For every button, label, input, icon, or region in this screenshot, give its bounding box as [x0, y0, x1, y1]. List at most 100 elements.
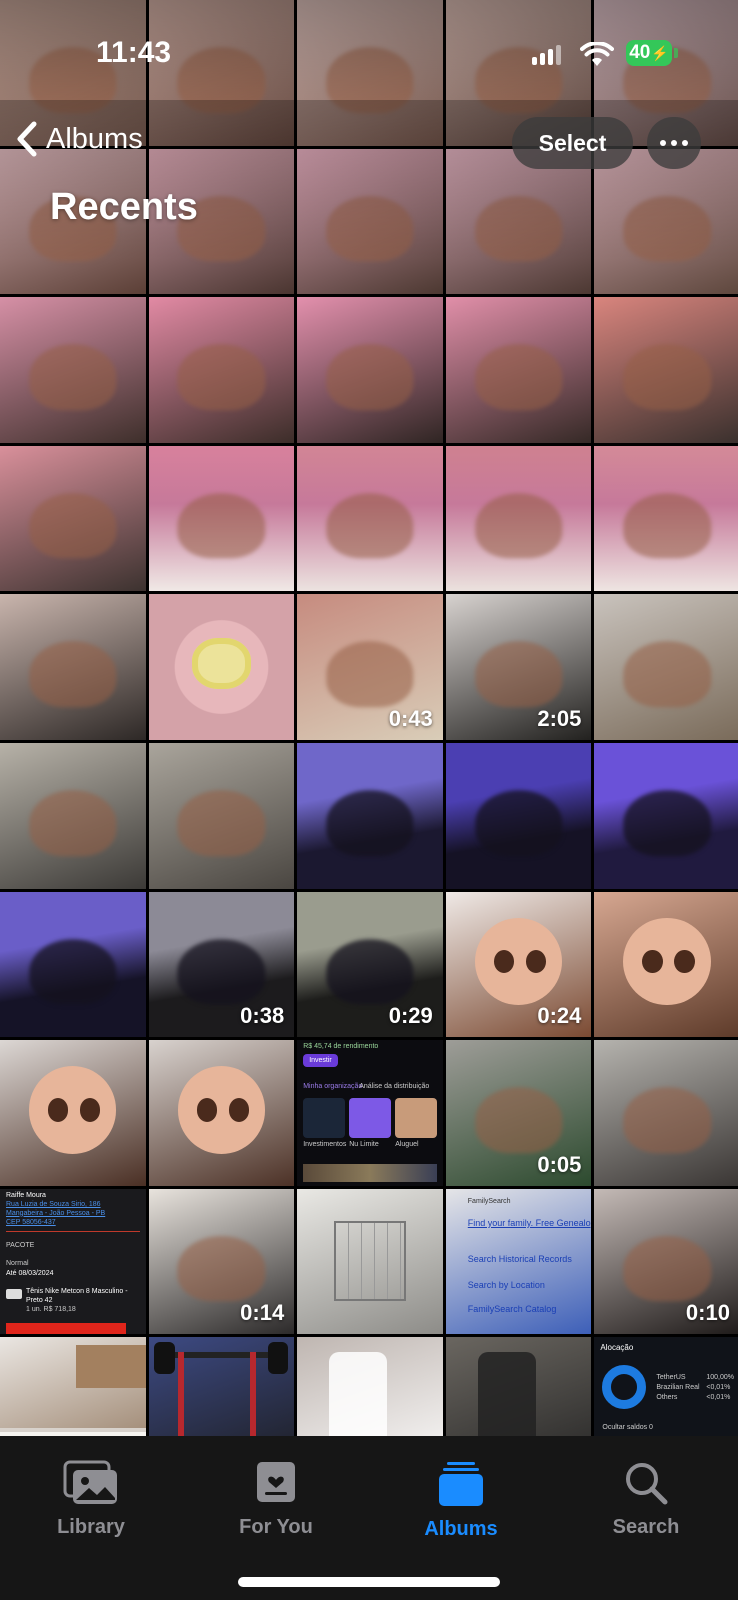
video-duration: 0:38	[240, 1003, 285, 1029]
photo-thumbnail[interactable]	[148, 1040, 295, 1186]
photo-subject	[623, 641, 711, 708]
app-card-label: Investimentos	[303, 1141, 347, 1149]
doll-eye	[642, 949, 663, 974]
photo-thumbnail[interactable]	[0, 594, 146, 740]
allocation-item: Others	[656, 1394, 678, 1402]
photo-subject	[177, 938, 266, 1005]
app-yield-text: R$ 45,74 de rendimento	[303, 1043, 379, 1051]
photo-thumbnail[interactable]	[148, 594, 295, 740]
photo-thumbnail[interactable]	[148, 742, 295, 889]
photo-thumbnail[interactable]	[148, 297, 295, 443]
photo-subject	[29, 344, 117, 411]
photo-subject	[623, 1236, 711, 1302]
video-thumbnail[interactable]: 2:05	[445, 594, 592, 740]
photo-thumbnail[interactable]	[0, 1040, 146, 1186]
video-thumbnail[interactable]: 0:29	[297, 891, 443, 1038]
doll-eye	[228, 1098, 250, 1122]
weight-plate	[154, 1341, 175, 1374]
photo-subject	[623, 1087, 711, 1153]
tab-search[interactable]: Search	[566, 1460, 726, 1539]
allocation-pct: 100,00%	[706, 1374, 735, 1382]
dessert	[192, 638, 251, 689]
photo-thumbnail[interactable]	[445, 445, 592, 592]
photo-subject	[326, 641, 414, 708]
doc-divider	[6, 1230, 140, 1232]
photo-library-icon	[63, 1460, 117, 1504]
video-thumbnail[interactable]: 0:10	[594, 1188, 738, 1335]
page-title: Recents	[50, 186, 198, 228]
photo-subject	[177, 1236, 266, 1302]
video-duration: 0:24	[537, 1003, 582, 1029]
video-thumbnail[interactable]: 0:43	[297, 594, 443, 740]
doc-cep: CEP 58056-437	[6, 1218, 56, 1226]
web-link: Find your family. Free Genealogy	[467, 1217, 592, 1228]
select-button[interactable]: Select	[512, 117, 633, 169]
photo-thumbnail[interactable]	[594, 445, 738, 592]
tab-albums[interactable]: Albums	[381, 1460, 541, 1541]
more-dot	[660, 140, 666, 146]
doc-red-bar	[6, 1322, 126, 1335]
allocation-pct: <0,01%	[706, 1384, 731, 1392]
doc-name: Raiffe Moura	[6, 1191, 46, 1199]
doll-face	[474, 917, 563, 1006]
video-thumbnail[interactable]: 0:24	[445, 891, 592, 1038]
doc-address: Rua Luzia de Souza Sirio, 186	[6, 1200, 101, 1208]
back-button[interactable]: Albums	[14, 120, 143, 158]
photo-subject	[326, 344, 414, 411]
doll-face	[177, 1066, 266, 1154]
photo-thumbnail[interactable]	[445, 742, 592, 889]
tab-for-you[interactable]: For You	[196, 1460, 356, 1539]
allocation-title: Alocação	[600, 1343, 634, 1353]
photo-thumbnail[interactable]	[148, 445, 295, 592]
battery-level: 40	[629, 42, 651, 63]
doc-section: PACOTE	[6, 1241, 35, 1249]
tab-library[interactable]: Library	[11, 1460, 171, 1539]
photo-thumbnail[interactable]	[594, 891, 738, 1038]
photo-subject	[474, 1087, 563, 1153]
doc-price: 1 un. R$ 718,18	[26, 1305, 76, 1313]
photo-thumbnail[interactable]	[0, 297, 146, 443]
app-thumbs	[303, 1164, 438, 1183]
photo-subject	[474, 790, 563, 856]
photo-thumbnail[interactable]	[0, 445, 146, 592]
photo-thumbnail[interactable]	[594, 297, 738, 443]
photo-thumbnail[interactable]	[0, 891, 146, 1038]
photo-thumbnail[interactable]	[594, 594, 738, 740]
app-tab-text: Minha organização	[303, 1083, 363, 1091]
photo-thumbnail[interactable]	[297, 742, 443, 889]
app-card-label: Nu Limite	[349, 1141, 379, 1149]
video-thumbnail[interactable]: 0:38	[148, 891, 295, 1038]
more-options-button[interactable]	[647, 117, 701, 169]
video-thumbnail[interactable]: 0:05	[445, 1040, 592, 1186]
for-you-icon	[257, 1462, 295, 1502]
photo-thumbnail[interactable]	[594, 1040, 738, 1186]
shelf	[75, 1344, 146, 1389]
photo-subject	[326, 938, 414, 1005]
app-card	[349, 1098, 392, 1139]
photo-subject	[29, 641, 117, 708]
albums-icon	[439, 1462, 483, 1506]
more-dot	[671, 140, 677, 146]
video-duration: 0:05	[537, 1151, 582, 1177]
tab-for-you-label: For You	[239, 1516, 313, 1538]
doc-item: Tênis Nike Metcon 8 Masculino - Preto 42	[26, 1287, 128, 1304]
photo-thumbnail[interactable]: FamilySearch Find your family. Free Gene…	[445, 1188, 592, 1335]
allocation-item: TetherUS	[656, 1374, 686, 1382]
tab-albums-label: Albums	[424, 1518, 498, 1540]
photo-thumbnail[interactable]	[0, 742, 146, 889]
photo-subject	[623, 493, 711, 559]
photo-thumbnail[interactable]: R$ 45,74 de rendimento Investir Minha or…	[297, 1040, 443, 1186]
photo-thumbnail[interactable]: Raiffe Moura Rua Luzia de Souza Sirio, 1…	[0, 1188, 146, 1335]
tab-library-label: Library	[57, 1516, 125, 1538]
video-duration: 0:43	[388, 705, 433, 731]
photo-thumbnail[interactable]	[297, 297, 443, 443]
tab-bar: Library For You Albums Search	[0, 1436, 738, 1600]
hide-zero-toggle: Ocultar saldos 0	[602, 1424, 653, 1432]
photo-subject	[29, 938, 117, 1005]
photo-thumbnail[interactable]	[297, 445, 443, 592]
video-thumbnail[interactable]: 0:14	[148, 1188, 295, 1335]
photo-thumbnail[interactable]	[445, 297, 592, 443]
photo-thumbnail[interactable]	[594, 742, 738, 889]
doll-eye	[674, 949, 695, 974]
photo-thumbnail[interactable]	[297, 1188, 443, 1335]
